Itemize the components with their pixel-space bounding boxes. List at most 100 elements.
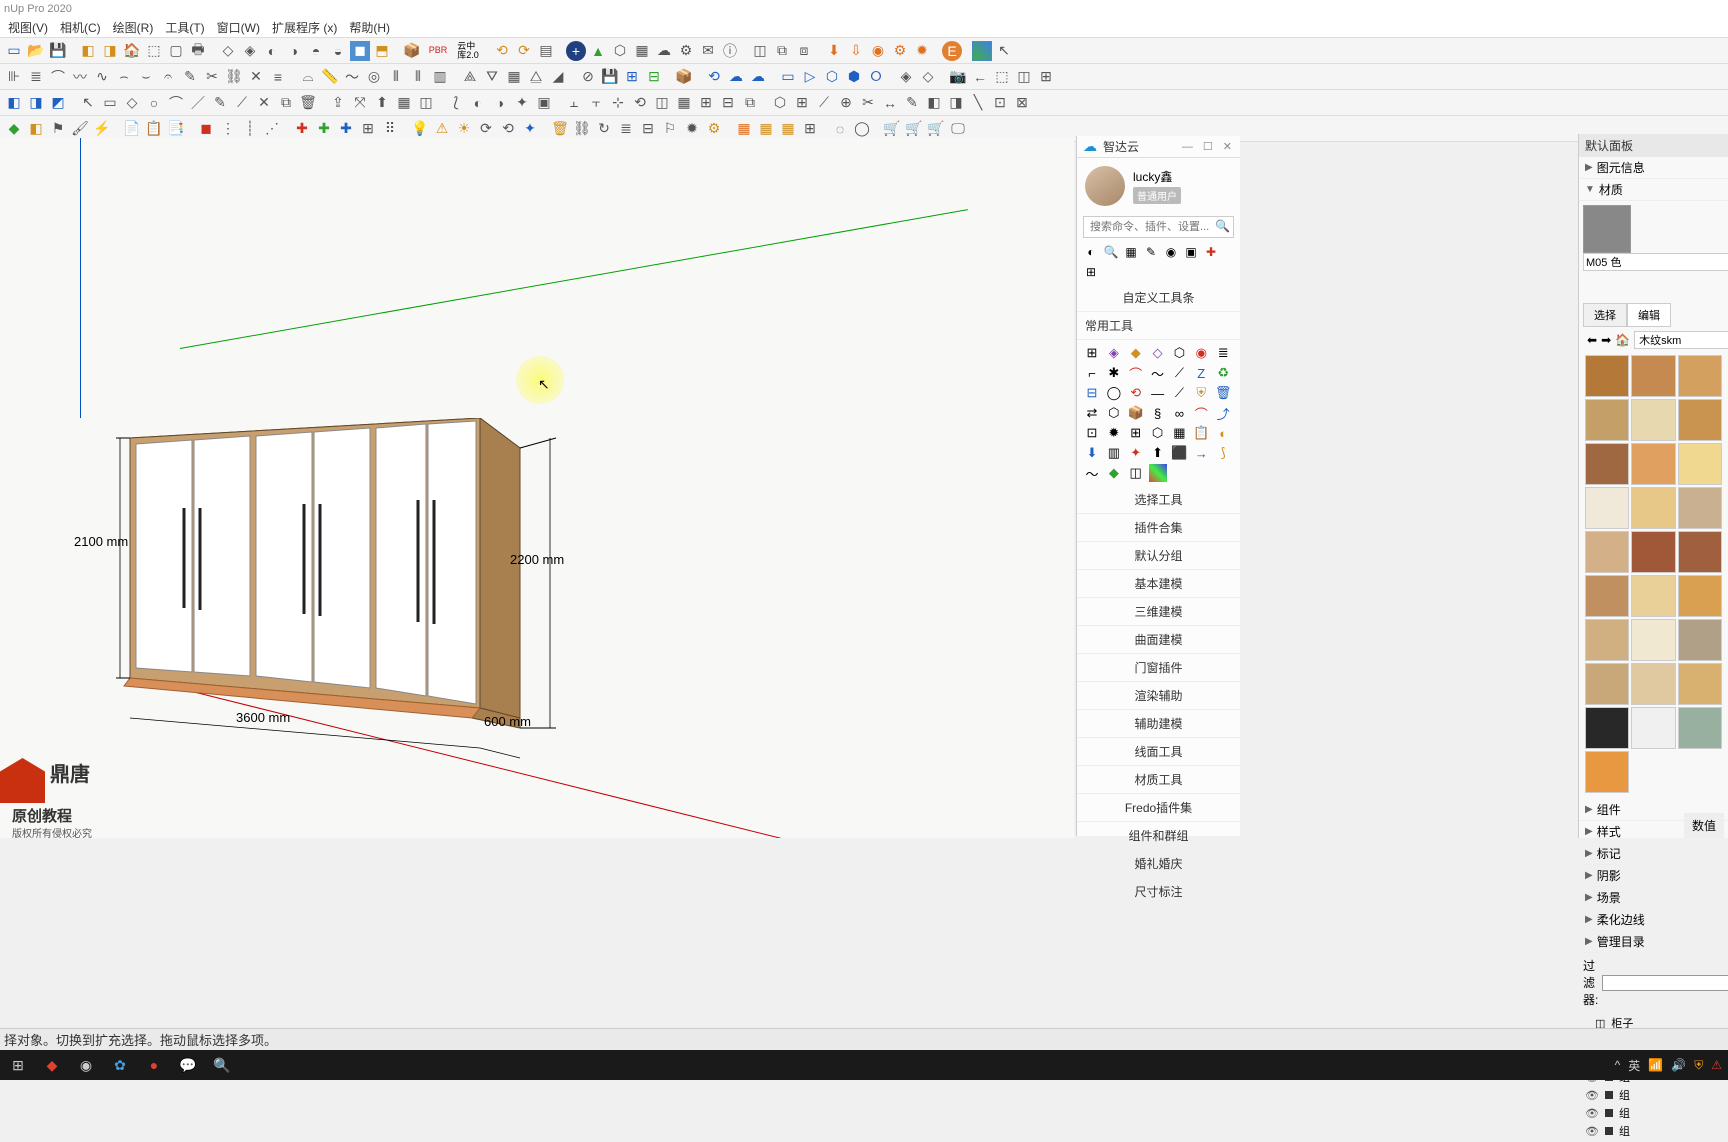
cg-icon[interactable]: ∞ [1170, 404, 1188, 422]
shape-a-icon[interactable]: ◐ [468, 93, 488, 113]
circle1-icon[interactable]: ◉ [868, 41, 888, 61]
cg-icon[interactable]: ⊞ [1127, 424, 1145, 442]
outliner-item[interactable]: 👁组 [1585, 1086, 1722, 1104]
mt6-icon[interactable]: ▣ [1183, 244, 1199, 260]
cg-icon[interactable]: ◇ [1149, 344, 1167, 362]
material-swatch[interactable] [1631, 487, 1675, 529]
back-icon[interactable]: ← [970, 67, 990, 87]
shade1-icon[interactable]: ◐ [262, 41, 282, 61]
pencil-icon[interactable]: ✎ [210, 93, 230, 113]
frame-a-icon[interactable]: ▣ [534, 93, 554, 113]
mt8-icon[interactable]: ⊞ [1083, 264, 1099, 280]
cg-icon[interactable] [1149, 464, 1167, 482]
cube3d-icon[interactable]: 📦 [402, 41, 422, 61]
trim-icon[interactable]: ✂ [858, 93, 878, 113]
gear3-icon[interactable]: ✹ [912, 41, 932, 61]
cg-icon[interactable]: 📦 [1127, 404, 1145, 422]
align6-icon[interactable]: ▦ [674, 93, 694, 113]
trash2-icon[interactable]: 🗑 [550, 119, 570, 139]
triangle-icon[interactable]: ▷ [800, 67, 820, 87]
material-swatch[interactable] [1585, 487, 1629, 529]
material-swatch[interactable] [1678, 663, 1722, 705]
mail-icon[interactable]: ✉ [698, 41, 718, 61]
align7-icon[interactable]: ⊞ [696, 93, 716, 113]
viewport[interactable]: 2100 mm 2200 mm 3600 mm 600 mm ↖ 鼎唐 原创教程… [0, 138, 1074, 838]
menu-window[interactable]: 窗口(W) [213, 17, 264, 38]
compass-icon[interactable]: ⧋ [526, 67, 546, 87]
rect-tool-icon[interactable]: ▭ [100, 93, 120, 113]
cg-icon[interactable]: ◫ [1127, 464, 1145, 482]
material-swatch[interactable] [1631, 399, 1675, 441]
cube2-icon[interactable]: ▢ [166, 41, 186, 61]
taskbar-sketchup-icon[interactable]: ◆ [40, 1053, 64, 1077]
cg-icon[interactable]: ▦ [1170, 424, 1188, 442]
shade4-icon[interactable]: ◒ [328, 41, 348, 61]
panel2-icon[interactable]: ⧉ [772, 41, 792, 61]
cloud-section[interactable]: 门窗插件 [1077, 654, 1240, 682]
cg-icon[interactable]: 🗑 [1214, 384, 1232, 402]
cloud-section[interactable]: 尺寸标注 [1077, 878, 1240, 906]
curve-a-icon[interactable]: ⟅ [446, 93, 466, 113]
g1-icon[interactable]: ◆ [4, 119, 24, 139]
material-swatch[interactable] [1631, 443, 1675, 485]
cg-icon[interactable]: ⬇ [1083, 444, 1101, 462]
frame1-icon[interactable]: ⬚ [992, 67, 1012, 87]
material-swatch[interactable] [1585, 751, 1629, 793]
material-swatch[interactable] [1585, 531, 1629, 573]
cg-icon[interactable]: ⌒ [1127, 364, 1145, 382]
panel1-icon[interactable]: ◫ [750, 41, 770, 61]
info-icon[interactable]: ⓘ [720, 41, 740, 61]
iso-b-icon[interactable]: ◇ [918, 67, 938, 87]
window2-icon[interactable]: ⊟ [644, 67, 664, 87]
solid1-icon[interactable]: ◧ [4, 93, 24, 113]
material-name-field[interactable] [1583, 253, 1728, 271]
arc-tool-icon[interactable]: ⌒ [166, 93, 186, 113]
rect1-icon[interactable]: ▭ [778, 67, 798, 87]
nav-back-icon[interactable]: ⬅ [1587, 333, 1597, 347]
table-icon[interactable]: ⊞ [792, 93, 812, 113]
snap2-icon[interactable]: ⊠ [1012, 93, 1032, 113]
box2-icon[interactable]: ◨ [100, 41, 120, 61]
brush-icon[interactable]: 🖌 [70, 119, 90, 139]
iso-a-icon[interactable]: ◈ [896, 67, 916, 87]
cloud-section[interactable]: 基本建模 [1077, 570, 1240, 598]
plus-r-icon[interactable]: ✚ [292, 119, 312, 139]
box3d-icon[interactable]: 📦 [674, 67, 694, 87]
cg-icon[interactable]: ◆ [1127, 344, 1145, 362]
taskbar-app-icon[interactable]: ⊞ [6, 1053, 30, 1077]
filter-input[interactable] [1602, 975, 1728, 991]
custom-toolbar-btn[interactable]: 自定义工具条 [1077, 284, 1240, 312]
cloud-section[interactable]: 插件合集 [1077, 514, 1240, 542]
shade3-icon[interactable]: ◓ [306, 41, 326, 61]
menu-draw[interactable]: 绘图(R) [109, 17, 158, 38]
gear-icon[interactable]: ⚙ [676, 41, 696, 61]
cloud-section[interactable]: 三维建模 [1077, 598, 1240, 626]
cg-icon[interactable]: ⛨ [1192, 384, 1210, 402]
cg-icon[interactable]: ◐ [1214, 424, 1232, 442]
cg-icon[interactable]: ◉ [1192, 344, 1210, 362]
cloud1-icon[interactable]: ☁ [726, 67, 746, 87]
pal4-icon[interactable]: ⊞ [800, 119, 820, 139]
cabinet-model[interactable] [80, 418, 600, 798]
window-icon[interactable]: ⊞ [622, 67, 642, 87]
face-b-icon[interactable]: ◨ [946, 93, 966, 113]
mt1-icon[interactable]: ◐ [1083, 244, 1099, 260]
cg-icon[interactable]: ✱ [1105, 364, 1123, 382]
iso1-icon[interactable]: ◇ [218, 41, 238, 61]
mt7-icon[interactable]: ✚ [1203, 244, 1219, 260]
gear5-icon[interactable]: ⚙ [704, 119, 724, 139]
col-icon[interactable]: ▥ [430, 67, 450, 87]
tray-shield-icon[interactable]: ⛨ [1694, 1058, 1703, 1073]
flag-icon[interactable]: ⚑ [48, 119, 68, 139]
circle-tool-icon[interactable]: ○ [144, 93, 164, 113]
warn-icon[interactable]: ⚠ [432, 119, 452, 139]
cg-icon[interactable]: ♻ [1214, 364, 1232, 382]
solid3-icon[interactable]: ◩ [48, 93, 68, 113]
shape-b-icon[interactable]: ◑ [490, 93, 510, 113]
cloud-section[interactable]: 组件和群组 [1077, 822, 1240, 850]
align8-icon[interactable]: ⊟ [718, 93, 738, 113]
menu-extensions[interactable]: 扩展程序 (x) [268, 17, 341, 38]
taskbar-app2-icon[interactable]: ✿ [108, 1053, 132, 1077]
taskbar-wechat-icon[interactable]: 💬 [176, 1053, 200, 1077]
cg-icon[interactable]: ⊡ [1083, 424, 1101, 442]
